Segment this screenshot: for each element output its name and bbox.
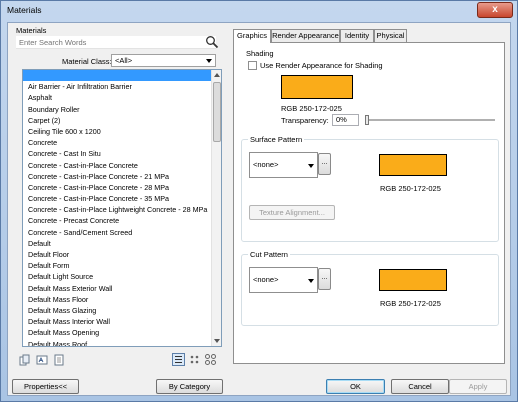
scroll-up-arrow-icon[interactable] — [214, 73, 220, 77]
material-list-item[interactable]: Default Mass Opening — [23, 327, 221, 338]
delete-material-icon[interactable] — [53, 354, 65, 366]
transparency-input[interactable]: 0% — [332, 114, 359, 126]
cut-pattern-color-swatch[interactable] — [378, 268, 448, 292]
chevron-down-icon — [308, 164, 314, 168]
material-list-item[interactable]: Default Form — [23, 260, 221, 271]
duplicate-material-icon[interactable] — [19, 354, 31, 366]
apply-button[interactable]: Apply — [449, 379, 507, 394]
texture-alignment-button[interactable]: Texture Alignment... — [249, 205, 335, 220]
ok-button[interactable]: OK — [326, 379, 385, 394]
search-icon[interactable] — [205, 35, 219, 49]
transparency-label: Transparency: — [281, 116, 329, 125]
material-list-item[interactable] — [23, 70, 221, 82]
transparency-slider-thumb[interactable] — [365, 115, 369, 125]
material-list-item[interactable]: Default Light Source — [23, 271, 221, 282]
materials-heading: Materials — [16, 26, 47, 35]
material-list-item[interactable]: Ceiling Tile 600 x 1200 — [23, 126, 221, 137]
title-bar[interactable]: Materials x — [1, 1, 517, 21]
tab-graphics[interactable]: Graphics — [233, 29, 271, 43]
shading-color-text: RGB 250-172-025 — [281, 104, 342, 113]
cut-pattern-value: <none> — [253, 275, 279, 284]
transparency-slider-track[interactable] — [365, 119, 495, 121]
search-input[interactable] — [16, 36, 196, 48]
material-list-item[interactable]: Concrete - Cast-in-Place Concrete — [23, 160, 221, 171]
cut-pattern-title: Cut Pattern — [248, 250, 290, 259]
material-list-item[interactable]: Default Mass Exterior Wall — [23, 283, 221, 294]
dialog-body: Materials Material Class: <All> Air Barr… — [7, 22, 511, 396]
material-list-item[interactable]: Default Mass Interior Wall — [23, 316, 221, 327]
use-render-appearance-label: Use Render Appearance for Shading — [260, 61, 383, 70]
surface-pattern-browse-button[interactable]: ... — [318, 153, 331, 175]
material-list-item[interactable]: Carpet (2) — [23, 115, 221, 126]
list-scrollbar[interactable] — [211, 70, 221, 346]
material-list-item[interactable]: Air Barrier - Air Infiltration Barrier — [23, 81, 221, 92]
material-list-item[interactable]: Concrete - Cast-in-Place Concrete - 35 M… — [23, 193, 221, 204]
surface-pattern-group: Surface Pattern <none> ... RGB 250-172-0… — [241, 135, 499, 242]
search-box[interactable] — [16, 36, 216, 49]
material-class-dropdown[interactable]: <All> — [111, 54, 216, 67]
material-list-item[interactable]: Concrete - Precast Concrete — [23, 215, 221, 226]
window-title: Materials — [7, 5, 42, 15]
material-list-item[interactable]: Default Mass Glazing — [23, 305, 221, 316]
tab-physical[interactable]: Physical — [374, 29, 407, 42]
tab-identity[interactable]: Identity — [340, 29, 374, 42]
list-view-icon[interactable] — [172, 353, 185, 366]
shading-group: Shading Use Render Appearance for Shadin… — [241, 49, 499, 129]
material-list-item[interactable]: Default Mass Roof — [23, 339, 221, 347]
close-button[interactable]: x — [477, 2, 513, 18]
cut-pattern-color-text: RGB 250-172-025 — [380, 299, 441, 308]
surface-pattern-color-text: RGB 250-172-025 — [380, 184, 441, 193]
use-render-appearance-checkbox[interactable] — [248, 61, 257, 70]
material-list-item[interactable]: Default — [23, 238, 221, 249]
scroll-down-arrow-icon[interactable] — [214, 339, 220, 343]
shading-title: Shading — [246, 49, 274, 58]
large-icons-view-icon[interactable] — [204, 353, 217, 366]
cancel-button[interactable]: Cancel — [391, 379, 449, 394]
material-class-value: <All> — [115, 56, 133, 65]
material-list-item[interactable]: Concrete — [23, 137, 221, 148]
surface-pattern-value: <none> — [253, 160, 279, 169]
material-list-item[interactable]: Concrete - Cast-in-Place Lightweight Con… — [23, 204, 221, 215]
by-category-button[interactable]: By Category — [156, 379, 223, 394]
cut-pattern-dropdown[interactable]: <none> — [249, 267, 318, 293]
surface-pattern-dropdown[interactable]: <none> — [249, 152, 318, 178]
material-class-label: Material Class: — [62, 57, 112, 66]
shading-color-swatch[interactable] — [280, 74, 354, 100]
material-list-item[interactable]: Concrete - Cast-in-Place Concrete - 21 M… — [23, 171, 221, 182]
material-list-item[interactable]: Concrete - Cast-in-Place Concrete - 28 M… — [23, 182, 221, 193]
materials-list[interactable]: Air Barrier - Air Infiltration Barrier As… — [22, 69, 222, 347]
scrollbar-thumb[interactable] — [213, 82, 221, 142]
small-icons-view-icon[interactable] — [188, 353, 201, 366]
graphics-tab-panel: Shading Use Render Appearance for Shadin… — [233, 42, 505, 364]
cut-pattern-group: Cut Pattern <none> ... RGB 250-172-025 — [241, 250, 499, 326]
material-list-item[interactable]: Asphalt — [23, 92, 221, 103]
chevron-down-icon — [308, 279, 314, 283]
cut-pattern-browse-button[interactable]: ... — [318, 268, 331, 290]
materials-dialog: Materials x Materials Material Class: <A… — [0, 0, 518, 402]
material-list-item[interactable]: Boundary Roller — [23, 104, 221, 115]
rename-material-icon[interactable] — [36, 354, 48, 366]
chevron-down-icon — [206, 59, 212, 63]
properties-button[interactable]: Properties<< — [12, 379, 79, 394]
material-list-item[interactable]: Default Mass Floor — [23, 294, 221, 305]
tab-render-appearance[interactable]: Render Appearance — [271, 29, 340, 42]
material-list-item[interactable]: Concrete - Sand/Cement Screed — [23, 227, 221, 238]
materials-list-items: Air Barrier - Air Infiltration Barrier As… — [23, 70, 221, 347]
surface-pattern-color-swatch[interactable] — [378, 153, 448, 177]
material-list-item[interactable]: Default Floor — [23, 249, 221, 260]
material-list-item[interactable]: Concrete - Cast In Situ — [23, 148, 221, 159]
surface-pattern-title: Surface Pattern — [248, 135, 305, 144]
